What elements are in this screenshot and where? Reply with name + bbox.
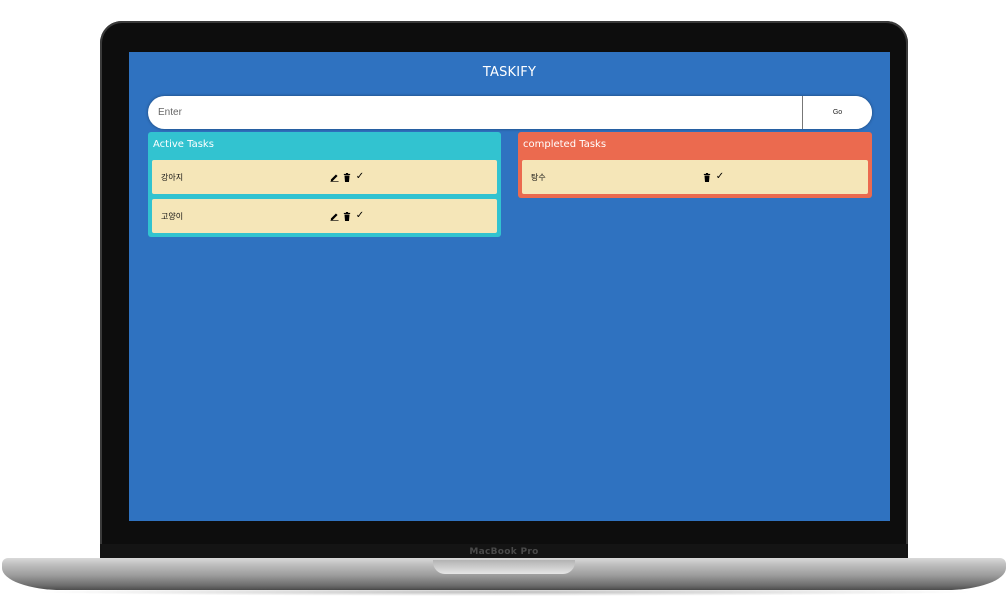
laptop-notch <box>433 560 575 574</box>
check-icon[interactable]: ✓ <box>355 172 365 182</box>
check-icon[interactable]: ✓ <box>355 211 365 221</box>
task-card: 고양이 ✓ <box>152 199 497 233</box>
active-tasks-title: Active Tasks <box>153 139 214 150</box>
task-text: 탕수 <box>531 172 546 182</box>
task-input-form: Go <box>148 96 872 129</box>
task-actions: ✓ <box>329 199 365 233</box>
check-icon[interactable]: ✓ <box>715 172 725 182</box>
laptop-shadow <box>30 588 978 596</box>
delete-icon[interactable] <box>342 211 352 221</box>
go-button[interactable]: Go <box>802 96 872 129</box>
edit-icon[interactable] <box>329 211 339 221</box>
device-label: MacBook Pro <box>469 547 539 557</box>
completed-tasks-panel: completed Tasks 탕수 ✓ <box>518 132 872 198</box>
delete-icon[interactable] <box>342 172 352 182</box>
active-tasks-panel: Active Tasks 강아지 ✓ 고양이 ✓ <box>148 132 501 237</box>
delete-icon[interactable] <box>702 172 712 182</box>
task-actions: ✓ <box>329 160 365 194</box>
task-text: 강아지 <box>161 172 184 182</box>
task-card: 탕수 ✓ <box>522 160 868 194</box>
task-text: 고양이 <box>161 211 184 221</box>
app-screen: TASKIFY Go Active Tasks 강아지 ✓ 고양이 <box>129 52 890 521</box>
task-actions: ✓ <box>702 160 725 194</box>
task-card: 강아지 ✓ <box>152 160 497 194</box>
task-input[interactable] <box>148 96 802 129</box>
app-title: TASKIFY <box>482 65 537 80</box>
completed-tasks-title: completed Tasks <box>523 139 607 150</box>
edit-icon[interactable] <box>329 172 339 182</box>
